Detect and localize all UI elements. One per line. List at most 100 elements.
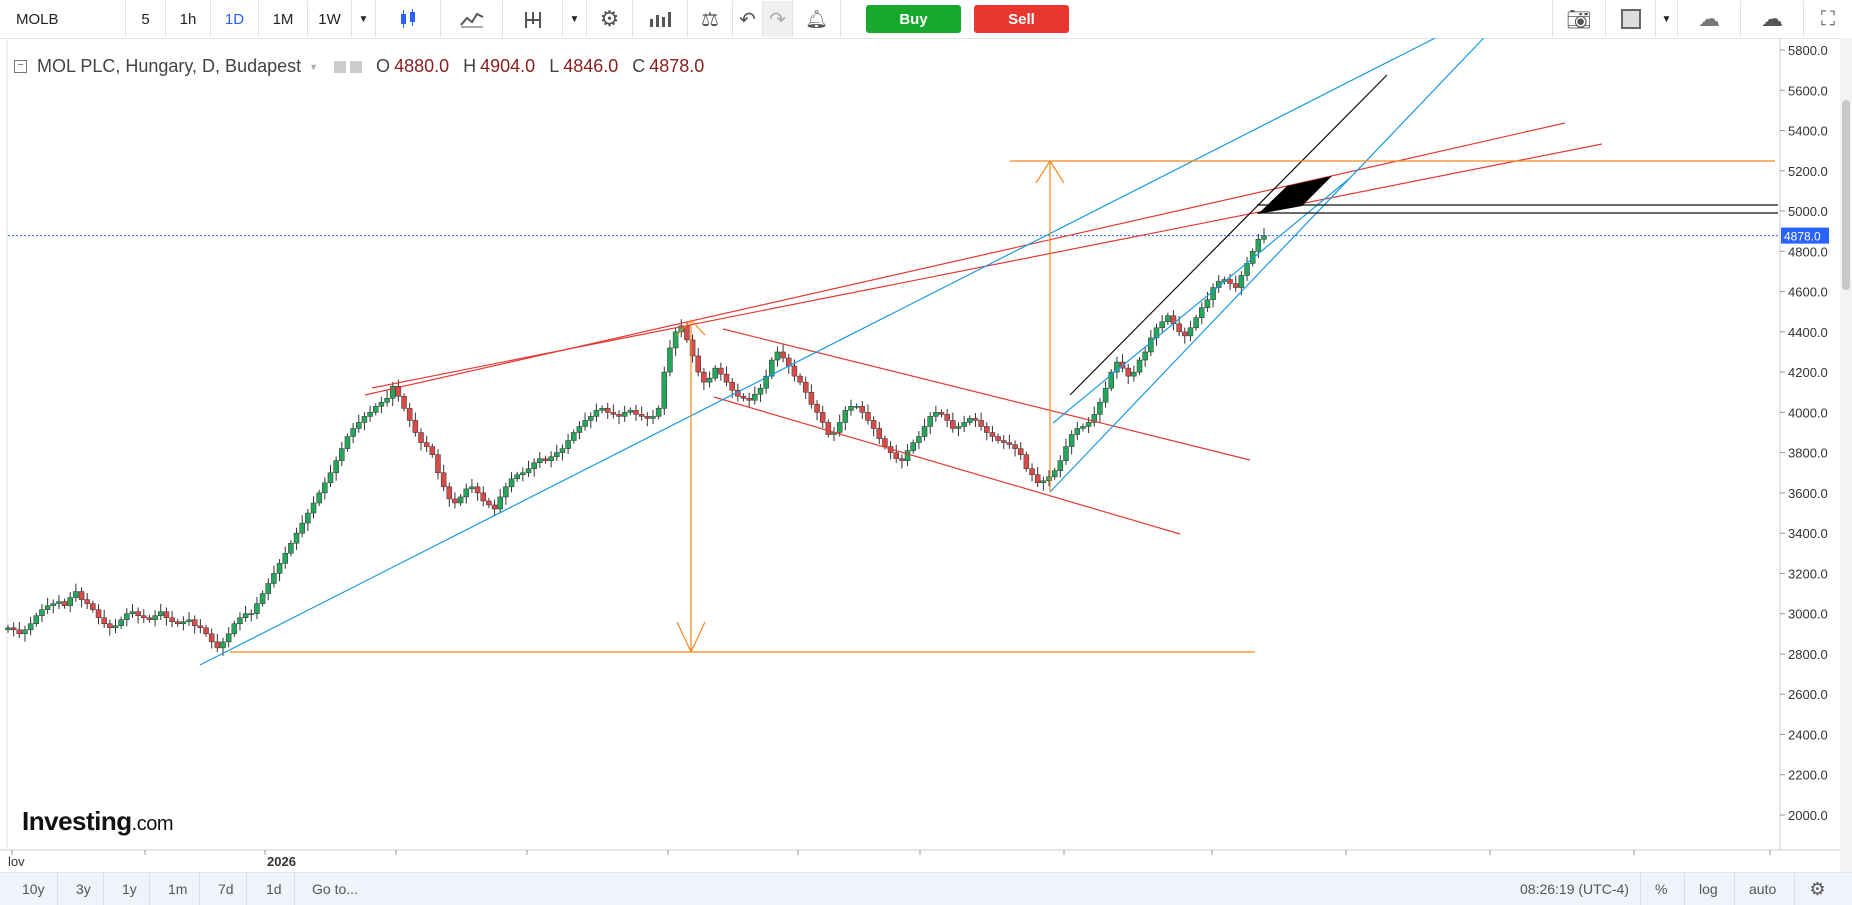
candle-body [1255, 238, 1262, 252]
layout-dropdown[interactable]: ▼ [1656, 1, 1678, 37]
drawing-tools-button[interactable] [503, 1, 563, 37]
candle-body [1057, 460, 1064, 471]
screenshot-button[interactable]: 📷︎ [1552, 1, 1606, 37]
trendline-blue[interactable] [199, 38, 1510, 666]
range-1y[interactable]: 1y [110, 873, 150, 905]
auto-toggle[interactable]: auto [1734, 873, 1790, 905]
candle-body [967, 418, 973, 423]
candle-body [542, 458, 549, 461]
price-tick-label: 3800.0 [1788, 446, 1828, 461]
candle-body [1199, 307, 1205, 318]
buy-button[interactable]: Buy [866, 5, 961, 33]
range-1d[interactable]: 1d [254, 873, 295, 905]
candle-body [429, 446, 436, 455]
range-1m[interactable]: 1m [156, 873, 201, 905]
trendline-black[interactable] [1069, 74, 1388, 396]
candle-body [10, 627, 17, 631]
candle-body [67, 597, 73, 606]
scrollbar-thumb[interactable] [1842, 100, 1850, 290]
goto-label: Go to... [312, 881, 358, 897]
candle-body [344, 436, 351, 449]
log-toggle[interactable]: log [1684, 873, 1732, 905]
camera-icon: 📷︎ [1566, 8, 1592, 31]
price-tick-label: 4800.0 [1788, 244, 1828, 259]
candle-body [1017, 448, 1024, 455]
undo-button[interactable]: ↶ [733, 1, 763, 37]
arrowhead[interactable] [676, 621, 692, 653]
candle-body [1046, 476, 1052, 482]
chevron-down-icon: ▼ [358, 13, 369, 25]
percent-toggle[interactable]: % [1640, 873, 1681, 905]
drawing-tools-dropdown[interactable]: ▼ [563, 1, 587, 37]
candle-body [667, 347, 673, 373]
range-7d[interactable]: 7d [206, 873, 247, 905]
arrowhead[interactable] [1049, 160, 1065, 184]
price-tick-label: 5000.0 [1788, 204, 1828, 219]
candle-body [1136, 359, 1143, 373]
load-chart-button[interactable]: ☁ [1678, 1, 1741, 37]
investing-logo: Investing.com [22, 806, 173, 837]
candle-body [276, 563, 283, 574]
candle-body [316, 492, 322, 504]
candle-body [723, 373, 730, 383]
interval-1h[interactable]: 1h [166, 1, 211, 37]
bars-icon [650, 12, 671, 27]
arrowhead[interactable] [1035, 160, 1051, 184]
redo-button[interactable]: ↷ [763, 1, 793, 37]
candle-body [718, 367, 724, 375]
fullscreen-icon: ⛶ [1821, 7, 1835, 30]
candle-body [1159, 321, 1165, 329]
candle-body [802, 381, 809, 393]
candle-body [955, 426, 962, 429]
candle-body [73, 591, 79, 598]
balance-button[interactable]: ⚖ [688, 1, 733, 37]
settings-button[interactable]: ⚙ [587, 1, 633, 37]
symbol-input[interactable]: MOLB [0, 1, 126, 37]
candle-body [50, 603, 57, 606]
goto-button[interactable]: Go to... [300, 873, 370, 905]
candle-body [520, 472, 526, 476]
candle-body [514, 474, 520, 480]
eye-icon[interactable] [334, 60, 347, 73]
save-chart-button[interactable]: ☁ [1741, 1, 1804, 37]
interval-1m[interactable]: 1M [259, 1, 308, 37]
candles-style-button[interactable] [376, 1, 441, 37]
interval-dropdown[interactable]: ▼ [352, 1, 376, 37]
arrowhead[interactable] [690, 621, 706, 653]
candle-body [1034, 474, 1041, 484]
chevron-down-icon[interactable]: ▼ [309, 62, 318, 72]
candle-body [876, 428, 883, 439]
range-label: 1d [266, 881, 282, 897]
candle-body [610, 412, 617, 415]
candle-body [503, 486, 509, 498]
indicators-button[interactable] [441, 1, 503, 37]
candle-body [548, 456, 554, 461]
alert-button[interactable]: 🔔︎ [793, 1, 841, 37]
interval-1d[interactable]: 1D [211, 1, 259, 37]
fullscreen-button[interactable]: ⛶ [1804, 1, 1852, 37]
sell-button[interactable]: Sell [974, 5, 1069, 33]
trendline-blue[interactable] [1052, 177, 1351, 424]
gear-icon[interactable] [350, 60, 363, 73]
candle-body [1148, 337, 1154, 353]
layout-button[interactable] [1606, 1, 1656, 37]
price-chart[interactable]: 2000.0 2200.0 2400.0 2600.0 2800.0 3000.0 3200… [0, 38, 1840, 872]
candle-body [265, 583, 272, 594]
chart-properties-button[interactable]: ⚙ [1794, 873, 1840, 905]
candle-body [740, 396, 747, 399]
candle-body [293, 532, 300, 544]
range-10y[interactable]: 10y [10, 873, 58, 905]
trendline-blue[interactable] [1049, 38, 1520, 493]
interval-label: 1W [318, 10, 341, 28]
price-tick-label: 3600.0 [1788, 486, 1828, 501]
auto-label: auto [1749, 881, 1777, 897]
interval-5[interactable]: 5 [126, 1, 166, 37]
candle-body [972, 418, 979, 421]
compare-button[interactable] [633, 1, 688, 37]
collapse-icon[interactable]: − [14, 60, 27, 73]
interval-1w[interactable]: 1W [308, 1, 352, 37]
candle-body [944, 414, 950, 421]
candle-body [208, 633, 215, 643]
range-3y[interactable]: 3y [64, 873, 104, 905]
range-label: 1y [122, 881, 137, 897]
